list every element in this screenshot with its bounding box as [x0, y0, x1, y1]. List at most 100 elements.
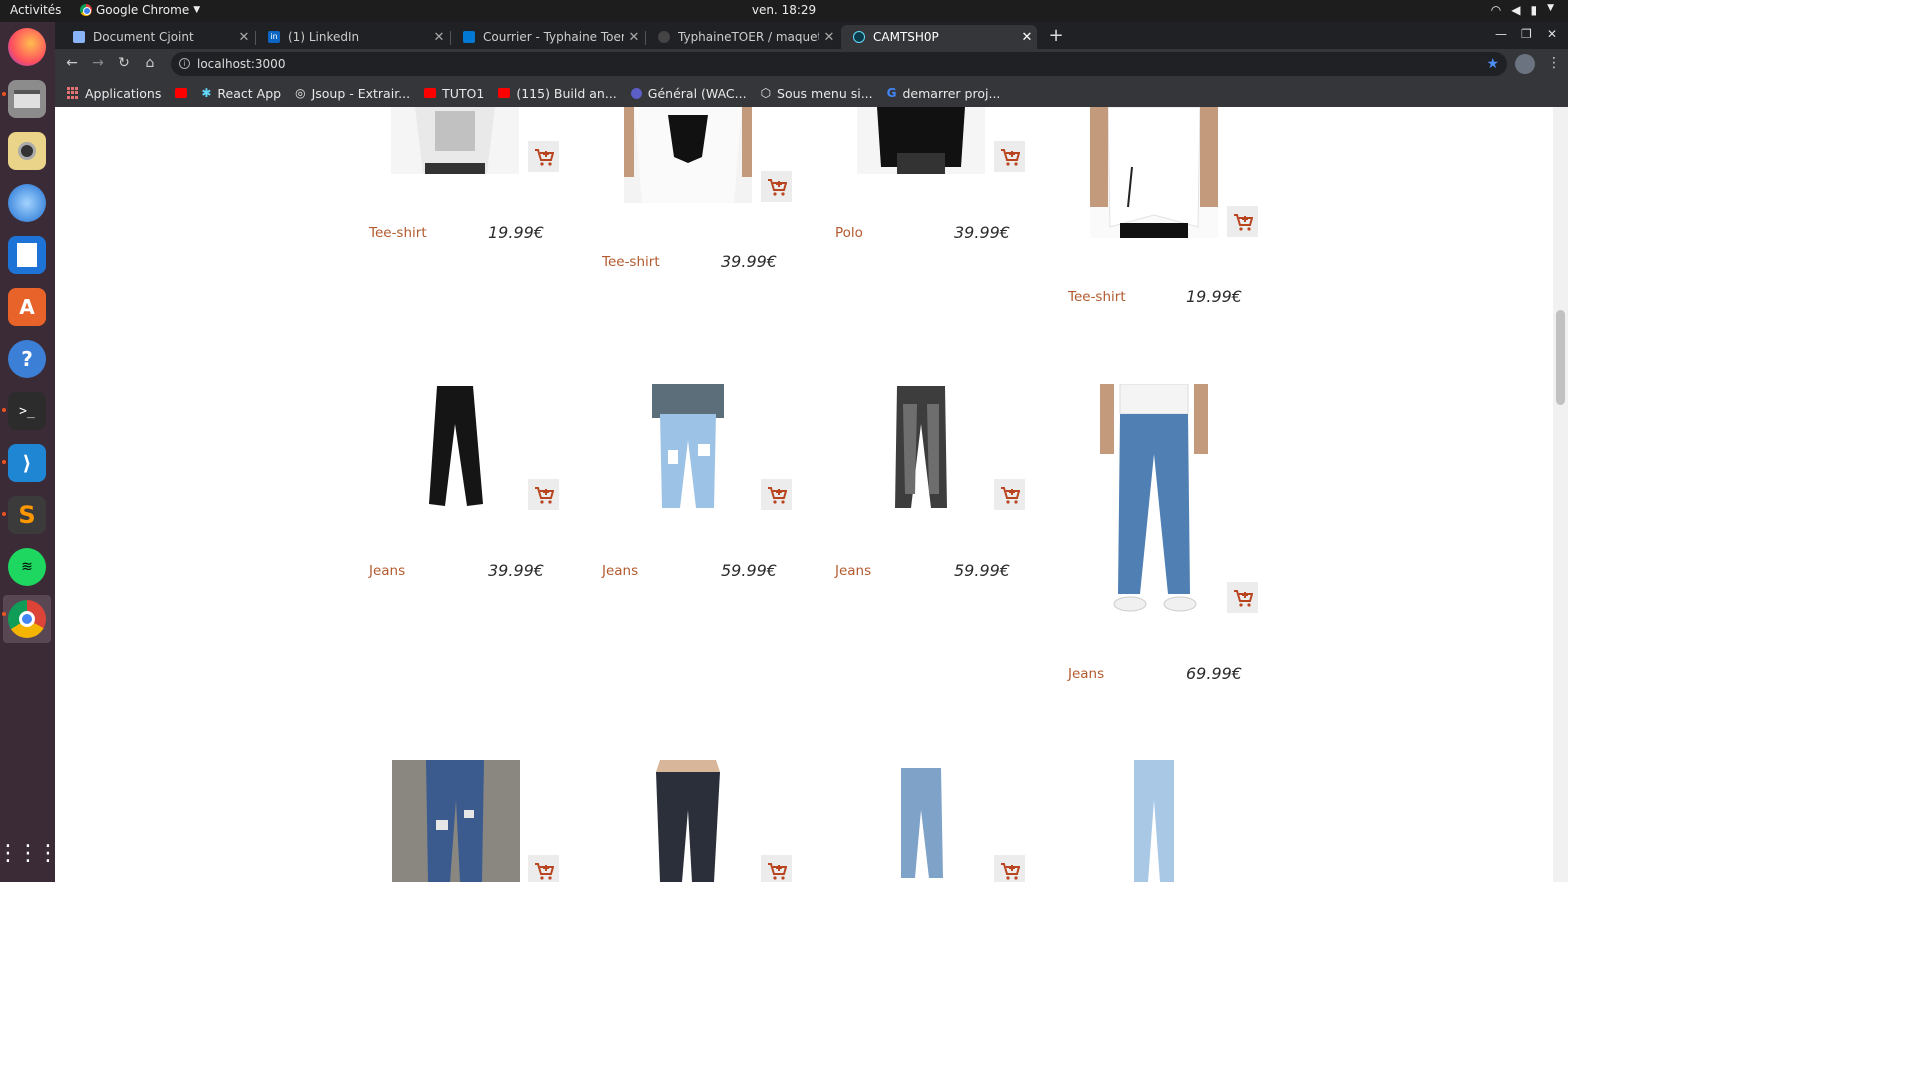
- add-to-cart-button[interactable]: [1227, 206, 1258, 237]
- product-name[interactable]: Jeans: [602, 563, 638, 579]
- add-to-cart-button[interactable]: [994, 479, 1025, 510]
- vscode-icon[interactable]: ⟩: [8, 444, 46, 482]
- bookmark-label: Sous menu si...: [777, 85, 873, 101]
- product-image[interactable]: [392, 760, 520, 882]
- add-to-cart-button[interactable]: [761, 479, 792, 510]
- show-applications-icon[interactable]: ⋮⋮⋮: [0, 834, 59, 872]
- close-icon[interactable]: ✕: [624, 30, 644, 45]
- close-icon[interactable]: ✕: [1017, 30, 1037, 45]
- chrome-icon: [80, 4, 92, 16]
- product-image[interactable]: [391, 107, 519, 174]
- bookmark-general-wac[interactable]: Général (WAC...: [630, 85, 747, 101]
- bookmark-youtube[interactable]: [175, 88, 188, 98]
- apps-grid-icon: [67, 87, 79, 99]
- help-icon[interactable]: ?: [8, 340, 46, 378]
- tab-linkedin[interactable]: in (1) LinkedIn ✕: [256, 25, 449, 49]
- product-image[interactable]: [857, 107, 985, 174]
- product-name[interactable]: Polo: [835, 225, 863, 241]
- tab-github[interactable]: TyphaineTOER / maquette ✕: [646, 25, 839, 49]
- forward-button[interactable]: →: [89, 55, 107, 71]
- page-scrollbar[interactable]: [1553, 107, 1568, 882]
- close-icon[interactable]: ✕: [429, 30, 449, 45]
- add-to-cart-button[interactable]: [761, 855, 792, 882]
- profile-avatar[interactable]: [1515, 54, 1535, 74]
- site-info-icon[interactable]: i: [179, 58, 190, 69]
- chevron-down-icon: ▼: [193, 5, 201, 15]
- terminal-icon[interactable]: >_: [8, 392, 46, 430]
- back-button[interactable]: ←: [63, 55, 81, 71]
- shop-page: Tee-shirt 19.99€ Tee-shirt 39.99€ Polo 3…: [55, 107, 1553, 882]
- product-image[interactable]: [1090, 107, 1218, 238]
- github-icon: [658, 31, 670, 43]
- product-name[interactable]: Tee-shirt: [1068, 289, 1126, 305]
- product-image[interactable]: [391, 384, 519, 512]
- minimize-button[interactable]: —: [1495, 27, 1507, 41]
- linkedin-icon: in: [268, 31, 280, 43]
- bookmark-sous-menu[interactable]: ⬡ Sous menu si...: [761, 86, 873, 101]
- tab-document-cjoint[interactable]: Document Cjoint ✕: [61, 25, 254, 49]
- add-to-cart-button[interactable]: [994, 855, 1025, 882]
- maximize-button[interactable]: ❐: [1521, 27, 1532, 41]
- youtube-icon: [424, 88, 437, 98]
- codepen-icon: ⬡: [760, 86, 772, 100]
- product-image[interactable]: [624, 107, 752, 203]
- product-name[interactable]: Jeans: [835, 563, 871, 579]
- running-indicator: [2, 460, 6, 464]
- running-indicator: [2, 92, 6, 96]
- product-image[interactable]: [857, 760, 985, 882]
- close-window-button[interactable]: ✕: [1547, 27, 1557, 41]
- add-to-cart-button[interactable]: [528, 479, 559, 510]
- reload-button[interactable]: ↻: [115, 55, 133, 71]
- tab-outlook[interactable]: Courrier - Typhaine Toer - ✕: [451, 25, 644, 49]
- close-icon[interactable]: ✕: [819, 30, 839, 45]
- bookmark-tuto1[interactable]: TUTO1: [424, 86, 484, 101]
- product-name[interactable]: Tee-shirt: [602, 254, 660, 270]
- files-icon[interactable]: [8, 80, 46, 118]
- writer-icon[interactable]: [8, 236, 46, 274]
- cart-plus-icon: [767, 178, 787, 196]
- bookmark-demarrer-proj[interactable]: G demarrer proj...: [887, 86, 1001, 101]
- product-image[interactable]: [1090, 384, 1218, 617]
- tab-title: Courrier - Typhaine Toer -: [483, 30, 624, 44]
- home-button[interactable]: ⌂: [141, 55, 159, 71]
- tab-camtshop[interactable]: CAMTSH0P ✕: [841, 25, 1037, 49]
- new-tab-button[interactable]: +: [1045, 26, 1067, 46]
- product-image[interactable]: [624, 384, 752, 512]
- product-image[interactable]: [624, 760, 752, 882]
- system-tray[interactable]: ◠ ◀ ▮ ▼: [1491, 3, 1554, 17]
- add-to-cart-button[interactable]: [994, 141, 1025, 172]
- cart-plus-icon: [1000, 486, 1020, 504]
- product-name[interactable]: Tee-shirt: [369, 225, 427, 241]
- add-to-cart-button[interactable]: [528, 141, 559, 172]
- add-to-cart-button[interactable]: [1227, 582, 1258, 613]
- menu-kebab-icon[interactable]: ⋮: [1547, 55, 1561, 71]
- thunderbird-icon[interactable]: [8, 184, 46, 222]
- spotify-icon[interactable]: ≋: [8, 548, 46, 586]
- add-to-cart-button[interactable]: [528, 855, 559, 882]
- address-bar[interactable]: i localhost:3000 ★: [171, 52, 1507, 76]
- bookmark-label: Général (WAC...: [647, 85, 747, 101]
- product-name[interactable]: Jeans: [1068, 666, 1104, 682]
- rhythmbox-icon[interactable]: [8, 132, 46, 170]
- activities-button[interactable]: Activités: [10, 3, 61, 17]
- product-image[interactable]: [857, 384, 985, 512]
- bookmark-react-app[interactable]: ✱ React App: [201, 86, 281, 101]
- bookmark-jsoup[interactable]: ◎ Jsoup - Extrair...: [295, 86, 410, 101]
- cart-plus-icon: [1000, 148, 1020, 166]
- product-image[interactable]: [1090, 760, 1218, 882]
- scrollbar-thumb[interactable]: [1556, 310, 1565, 405]
- sublime-text-icon[interactable]: S: [8, 496, 46, 534]
- chrome-icon[interactable]: [8, 600, 46, 638]
- clock[interactable]: ven. 18:29: [0, 3, 1568, 17]
- close-icon[interactable]: ✕: [234, 30, 254, 45]
- product-price: 19.99€: [488, 223, 544, 242]
- software-center-icon[interactable]: A: [8, 288, 46, 326]
- bookmark-build-an[interactable]: (115) Build an...: [498, 86, 617, 101]
- running-indicator: [2, 408, 6, 412]
- app-menu[interactable]: Google Chrome ▼: [80, 3, 200, 17]
- bookmark-star-icon[interactable]: ★: [1486, 52, 1499, 76]
- add-to-cart-button[interactable]: [761, 171, 792, 202]
- bookmark-applications[interactable]: Applications: [67, 86, 161, 101]
- firefox-icon[interactable]: [8, 28, 46, 66]
- product-name[interactable]: Jeans: [369, 563, 405, 579]
